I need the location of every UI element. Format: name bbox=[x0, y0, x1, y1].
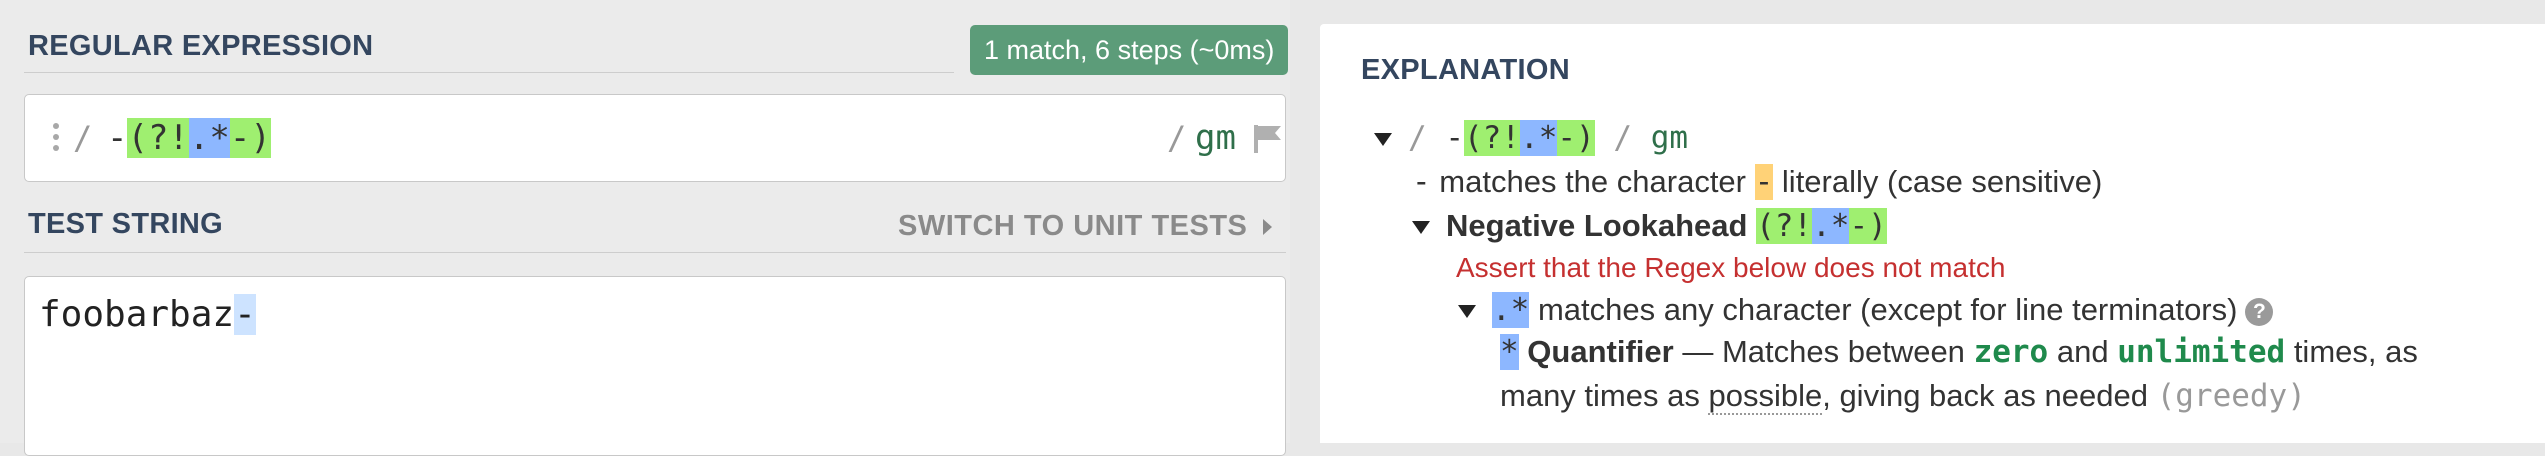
switch-to-unit-tests-link[interactable]: SWITCH TO UNIT TESTS bbox=[898, 210, 1273, 243]
tree-row-literal: - matches the character - literally (cas… bbox=[1412, 162, 2102, 202]
literal-post: literally (case sensitive) bbox=[1781, 164, 2103, 199]
regex-title-divider bbox=[24, 72, 954, 73]
dotstar-desc: matches any character (except for line t… bbox=[1537, 292, 2238, 327]
root-token-star: * bbox=[1538, 120, 1558, 156]
lookahead-dotstar: .* bbox=[1812, 208, 1850, 244]
regex-open-delimiter: / bbox=[73, 119, 93, 157]
regex-section-title: REGULAR EXPRESSION bbox=[28, 30, 374, 62]
explanation-title: EXPLANATION bbox=[1361, 54, 1570, 86]
collapse-triangle-icon[interactable] bbox=[1412, 221, 1430, 235]
quantifier-and: and bbox=[2056, 334, 2109, 369]
lookahead-open: (?! bbox=[1756, 208, 1813, 244]
collapse-triangle-icon[interactable] bbox=[1458, 305, 1476, 319]
quantifier-line2-pre: many times as bbox=[1500, 378, 1700, 413]
literal-dash: - bbox=[1412, 164, 1431, 200]
regex-close-delimiter: / bbox=[1167, 119, 1187, 157]
root-token-dot: . bbox=[1520, 120, 1539, 156]
flag-icon[interactable] bbox=[1251, 123, 1285, 155]
literal-char: - bbox=[1754, 164, 1774, 200]
tree-row-root[interactable]: / -(?!.*-) / gm bbox=[1374, 118, 1688, 158]
literal-pre: matches the character bbox=[1439, 164, 1746, 199]
quantifier-zero: zero bbox=[1973, 334, 2049, 370]
tree-row-dotstar[interactable]: .* matches any character (except for lin… bbox=[1458, 290, 2274, 330]
test-text-plain: foobarbaz bbox=[39, 294, 235, 335]
switch-label: SWITCH TO UNIT TESTS bbox=[898, 210, 1248, 242]
root-close-delim: / bbox=[1613, 120, 1633, 156]
lookahead-label: Negative Lookahead bbox=[1446, 208, 1748, 243]
left-panel: REGULAR EXPRESSION 1 match, 6 steps (~0m… bbox=[0, 0, 1290, 456]
quantifier-label: Quantifier bbox=[1527, 334, 1674, 369]
tree-row-quantifier: * Quantifier — Matches between zero and … bbox=[1500, 332, 2418, 372]
regex-input-box[interactable]: / -(?!.*-) / gm bbox=[24, 94, 1286, 182]
help-icon[interactable]: ? bbox=[2245, 297, 2274, 326]
test-title-divider bbox=[24, 252, 1286, 253]
dotstar-token: .* bbox=[1492, 292, 1530, 328]
root-token-dash: - bbox=[1445, 120, 1465, 156]
chevron-right-icon bbox=[1263, 219, 1273, 236]
lookahead-close: -) bbox=[1849, 208, 1887, 244]
assert-text: Assert that the Regex below does not mat… bbox=[1456, 252, 2006, 283]
tree-row-lookahead[interactable]: Negative Lookahead (?!.*-) bbox=[1412, 206, 1887, 246]
root-token-lookahead-close: -) bbox=[1557, 120, 1595, 156]
test-string-section-title: TEST STRING bbox=[28, 208, 224, 240]
collapse-triangle-icon[interactable] bbox=[1374, 133, 1392, 147]
drag-handle-icon[interactable] bbox=[53, 123, 59, 155]
quantifier-post: times, as bbox=[2293, 334, 2418, 369]
regex-token-dash: - bbox=[107, 118, 128, 158]
regex-token-dotstar: .* bbox=[188, 118, 230, 158]
quantifier-pre: Matches between bbox=[1721, 334, 1965, 369]
test-text-match: - bbox=[234, 294, 256, 335]
quantifier-possible: possible bbox=[1708, 378, 1823, 415]
regex-input[interactable]: -(?!.*-) bbox=[107, 117, 271, 159]
quantifier-unlimited: unlimited bbox=[2117, 334, 2286, 370]
match-info-badge: 1 match, 6 steps (~0ms) bbox=[970, 25, 1289, 75]
root-flags: gm bbox=[1650, 120, 1689, 156]
quantifier-dash: — bbox=[1682, 334, 1714, 369]
quantifier-line2-post: , giving back as needed bbox=[1822, 378, 2148, 413]
regex-token-lookahead-close: -) bbox=[229, 118, 271, 158]
tree-row-quantifier-cont: many times as possible, giving back as n… bbox=[1500, 376, 2306, 416]
root-token-lookahead-open: (?! bbox=[1464, 120, 1521, 156]
regex-flags[interactable]: gm bbox=[1195, 117, 1236, 159]
quantifier-token: * bbox=[1500, 334, 1519, 370]
regex-token-lookahead-open: (?! bbox=[127, 118, 189, 158]
root-open-delim: / bbox=[1408, 120, 1427, 156]
test-string-input[interactable]: foobarbaz- bbox=[39, 291, 256, 339]
quantifier-greedy: (greedy) bbox=[2156, 378, 2306, 414]
test-string-box[interactable]: foobarbaz- bbox=[24, 276, 1286, 456]
